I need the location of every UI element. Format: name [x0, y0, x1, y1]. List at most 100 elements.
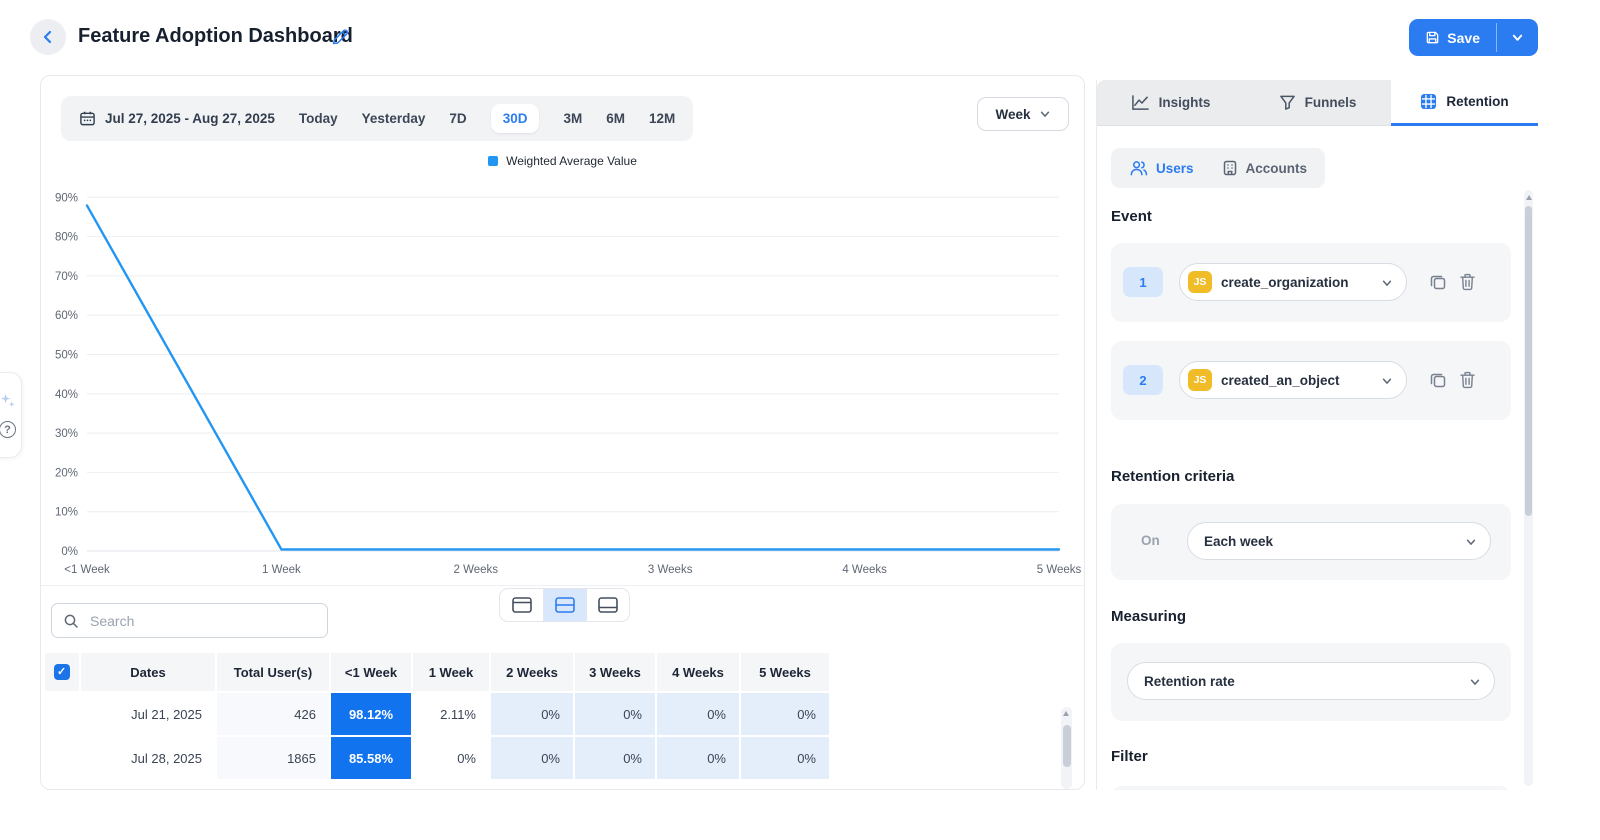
column-header[interactable]: 4 Weeks: [657, 653, 741, 693]
retention-cell[interactable]: 0%: [741, 693, 831, 737]
event-index-badge: 2: [1123, 365, 1163, 395]
entity-label: Users: [1156, 160, 1194, 176]
duplicate-event-button[interactable]: [1429, 371, 1449, 391]
event-select[interactable]: JS create_organization: [1179, 263, 1407, 301]
edit-title-icon[interactable]: [330, 27, 350, 47]
table-row[interactable]: Jul 21, 2025 426 98.12% 2.11% 0% 0% 0% 0%: [45, 693, 831, 737]
date-preset-12m[interactable]: 12M: [649, 111, 675, 126]
svg-text:80%: 80%: [55, 232, 78, 244]
column-header[interactable]: 3 Weeks: [575, 653, 657, 693]
tab-label: Retention: [1446, 94, 1509, 109]
column-header[interactable]: Total User(s): [217, 653, 331, 693]
back-button[interactable]: [30, 19, 66, 55]
retention-cell[interactable]: 0%: [575, 737, 657, 781]
retention-criteria-select[interactable]: Each week: [1187, 522, 1491, 560]
layout-toggle-group: [499, 588, 630, 622]
line-chart-icon: [1131, 94, 1150, 111]
scroll-up-arrow[interactable]: [1063, 711, 1069, 716]
table-scrollbar[interactable]: [1061, 707, 1072, 789]
filter-card: [1111, 786, 1511, 790]
retention-cell[interactable]: 85.58%: [331, 737, 413, 781]
js-sdk-badge: JS: [1188, 369, 1212, 391]
chevron-left-icon: [40, 29, 56, 45]
svg-text:60%: 60%: [55, 310, 78, 322]
svg-text:0%: 0%: [61, 546, 78, 558]
tab-retention[interactable]: Retention: [1391, 80, 1538, 126]
tab-insights[interactable]: Insights: [1097, 80, 1244, 126]
date-preset-6m[interactable]: 6M: [606, 111, 625, 126]
total-users-cell: 426: [217, 693, 331, 737]
layout-split-button[interactable]: [543, 589, 586, 621]
retention-cell[interactable]: 0%: [491, 737, 575, 781]
chevron-down-icon: [1381, 277, 1393, 289]
date-preset-30d[interactable]: 30D: [490, 104, 540, 133]
select-all-checkbox[interactable]: [54, 664, 70, 680]
copy-icon: [1429, 273, 1449, 291]
column-header[interactable]: 1 Week: [413, 653, 491, 693]
entity-option-users[interactable]: Users: [1117, 153, 1206, 183]
sparkles-icon[interactable]: [0, 392, 16, 409]
event-section-heading: Event: [1111, 208, 1152, 225]
retention-cell[interactable]: 0%: [657, 693, 741, 737]
table-row[interactable]: Jul 28, 2025 1865 85.58% 0% 0% 0% 0% 0%: [45, 737, 831, 781]
svg-text:70%: 70%: [55, 271, 78, 283]
date-preset-7d[interactable]: 7D: [449, 111, 466, 126]
legend-swatch: [488, 156, 499, 166]
date-range-picker[interactable]: Jul 27, 2025 - Aug 27, 2025: [79, 110, 275, 127]
measuring-value: Retention rate: [1144, 673, 1235, 689]
date-preset-3m[interactable]: 3M: [563, 111, 582, 126]
save-button[interactable]: Save: [1409, 19, 1496, 56]
retention-cell[interactable]: 0%: [491, 693, 575, 737]
on-label: On: [1141, 533, 1160, 548]
help-icon[interactable]: ?: [0, 421, 16, 438]
retention-cell[interactable]: 2.11%: [413, 693, 491, 737]
layout-table-only-button[interactable]: [586, 589, 629, 621]
svg-text:2 Weeks: 2 Weeks: [454, 564, 499, 576]
scroll-up-arrow[interactable]: [1525, 195, 1532, 200]
measuring-select[interactable]: Retention rate: [1127, 662, 1495, 700]
svg-text:90%: 90%: [55, 192, 78, 204]
retention-cell[interactable]: 0%: [413, 737, 491, 781]
total-users-cell: 1865: [217, 737, 331, 781]
granularity-select[interactable]: Week: [977, 97, 1069, 131]
duplicate-event-button[interactable]: [1429, 273, 1449, 293]
sidebar-scrollbar[interactable]: [1524, 190, 1533, 786]
report-type-tabs: Insights Funnels Retention: [1097, 80, 1538, 126]
column-header[interactable]: 2 Weeks: [491, 653, 575, 693]
search-input[interactable]: [88, 611, 316, 630]
search-icon: [63, 613, 79, 629]
entity-option-accounts[interactable]: Accounts: [1210, 153, 1320, 183]
event-name: created_an_object: [1221, 372, 1340, 388]
users-icon: [1129, 160, 1148, 176]
retention-cell[interactable]: 0%: [575, 693, 657, 737]
retention-cell[interactable]: 0%: [657, 737, 741, 781]
panel-divider: [41, 585, 1084, 586]
funnel-icon: [1279, 94, 1296, 111]
trash-icon: [1459, 371, 1479, 389]
layout-chart-only-button[interactable]: [500, 589, 543, 621]
row-checkbox-cell: [45, 737, 81, 781]
save-options-button[interactable]: [1497, 19, 1538, 56]
retention-cell[interactable]: 0%: [741, 737, 831, 781]
select-all-header: [45, 653, 81, 693]
chevron-down-icon: [1465, 536, 1477, 548]
event-select[interactable]: JS created_an_object: [1179, 361, 1407, 399]
retention-line-chart[interactable]: 0% 10% 20% 30% 40% 50% 60% 70% 80% 90% <1 Week 1 We…: [45, 179, 1083, 579]
column-header[interactable]: 5 Weeks: [741, 653, 831, 693]
scroll-thumb[interactable]: [1525, 206, 1532, 516]
scroll-thumb[interactable]: [1062, 725, 1071, 767]
tab-funnels[interactable]: Funnels: [1244, 80, 1391, 126]
column-header[interactable]: Dates: [81, 653, 217, 693]
date-preset-yesterday[interactable]: Yesterday: [362, 111, 426, 126]
date-preset-today[interactable]: Today: [299, 111, 338, 126]
copy-icon: [1429, 371, 1449, 389]
svg-text:40%: 40%: [55, 389, 78, 401]
retention-cell[interactable]: 98.12%: [331, 693, 413, 737]
delete-event-button[interactable]: [1459, 371, 1479, 391]
legend-label: Weighted Average Value: [506, 154, 637, 168]
event-row-1: 1 JS create_organization: [1111, 243, 1511, 322]
tab-label: Funnels: [1304, 95, 1357, 110]
svg-text:<1 Week: <1 Week: [64, 564, 110, 576]
column-header[interactable]: <1 Week: [331, 653, 413, 693]
delete-event-button[interactable]: [1459, 273, 1479, 293]
